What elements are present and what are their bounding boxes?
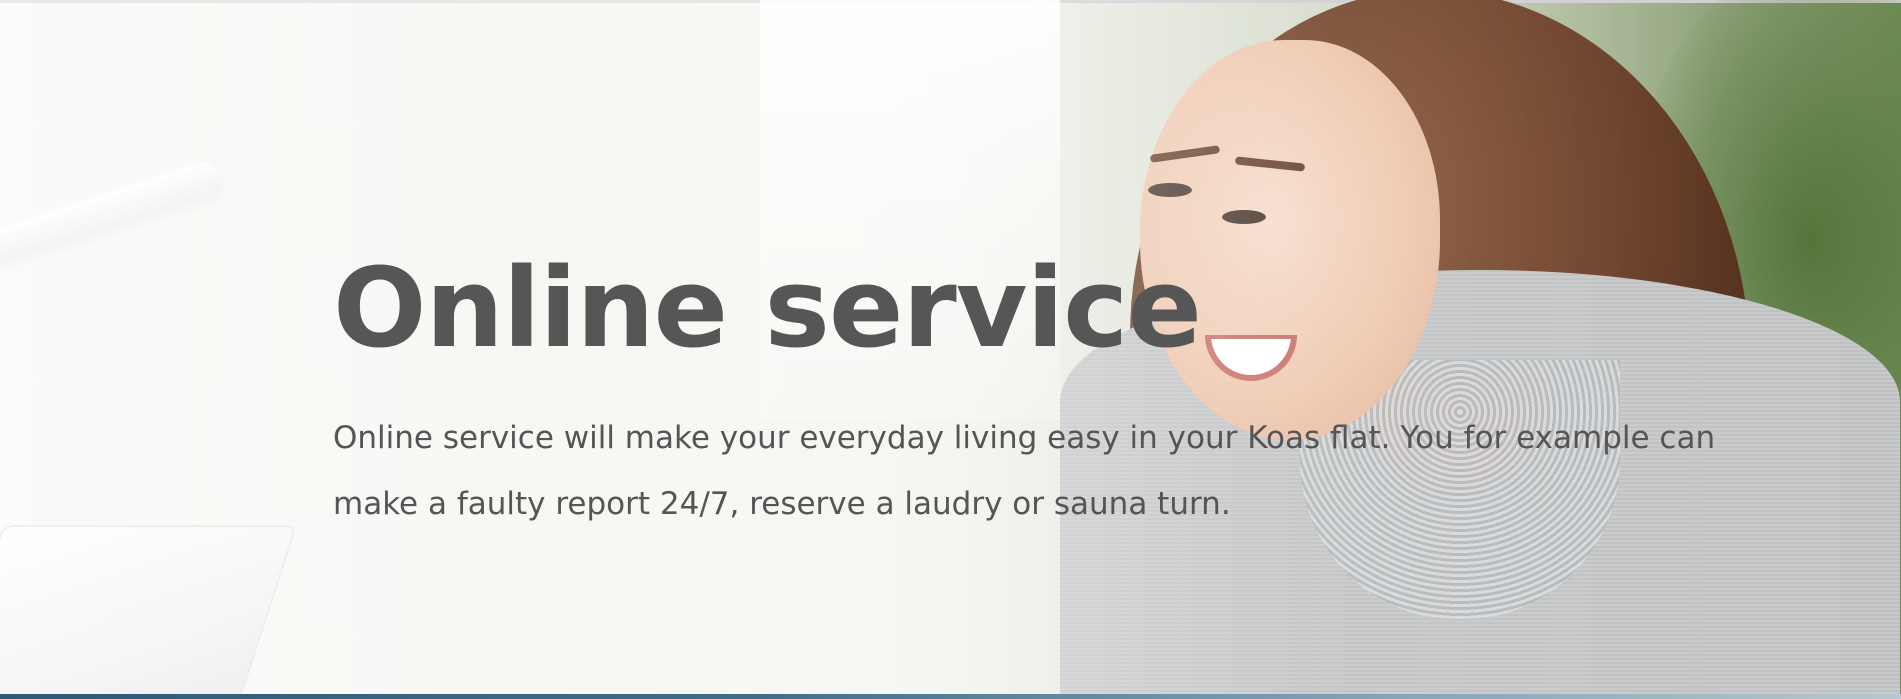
hero-description: Online service will make your everyday l… — [333, 420, 1716, 522]
hero-title: Online service — [333, 244, 1202, 372]
bottom-accent-strip — [0, 694, 1901, 699]
hero-content: Online service Online service will make … — [333, 248, 1783, 537]
hero-banner: Online service Online service will make … — [0, 0, 1901, 699]
